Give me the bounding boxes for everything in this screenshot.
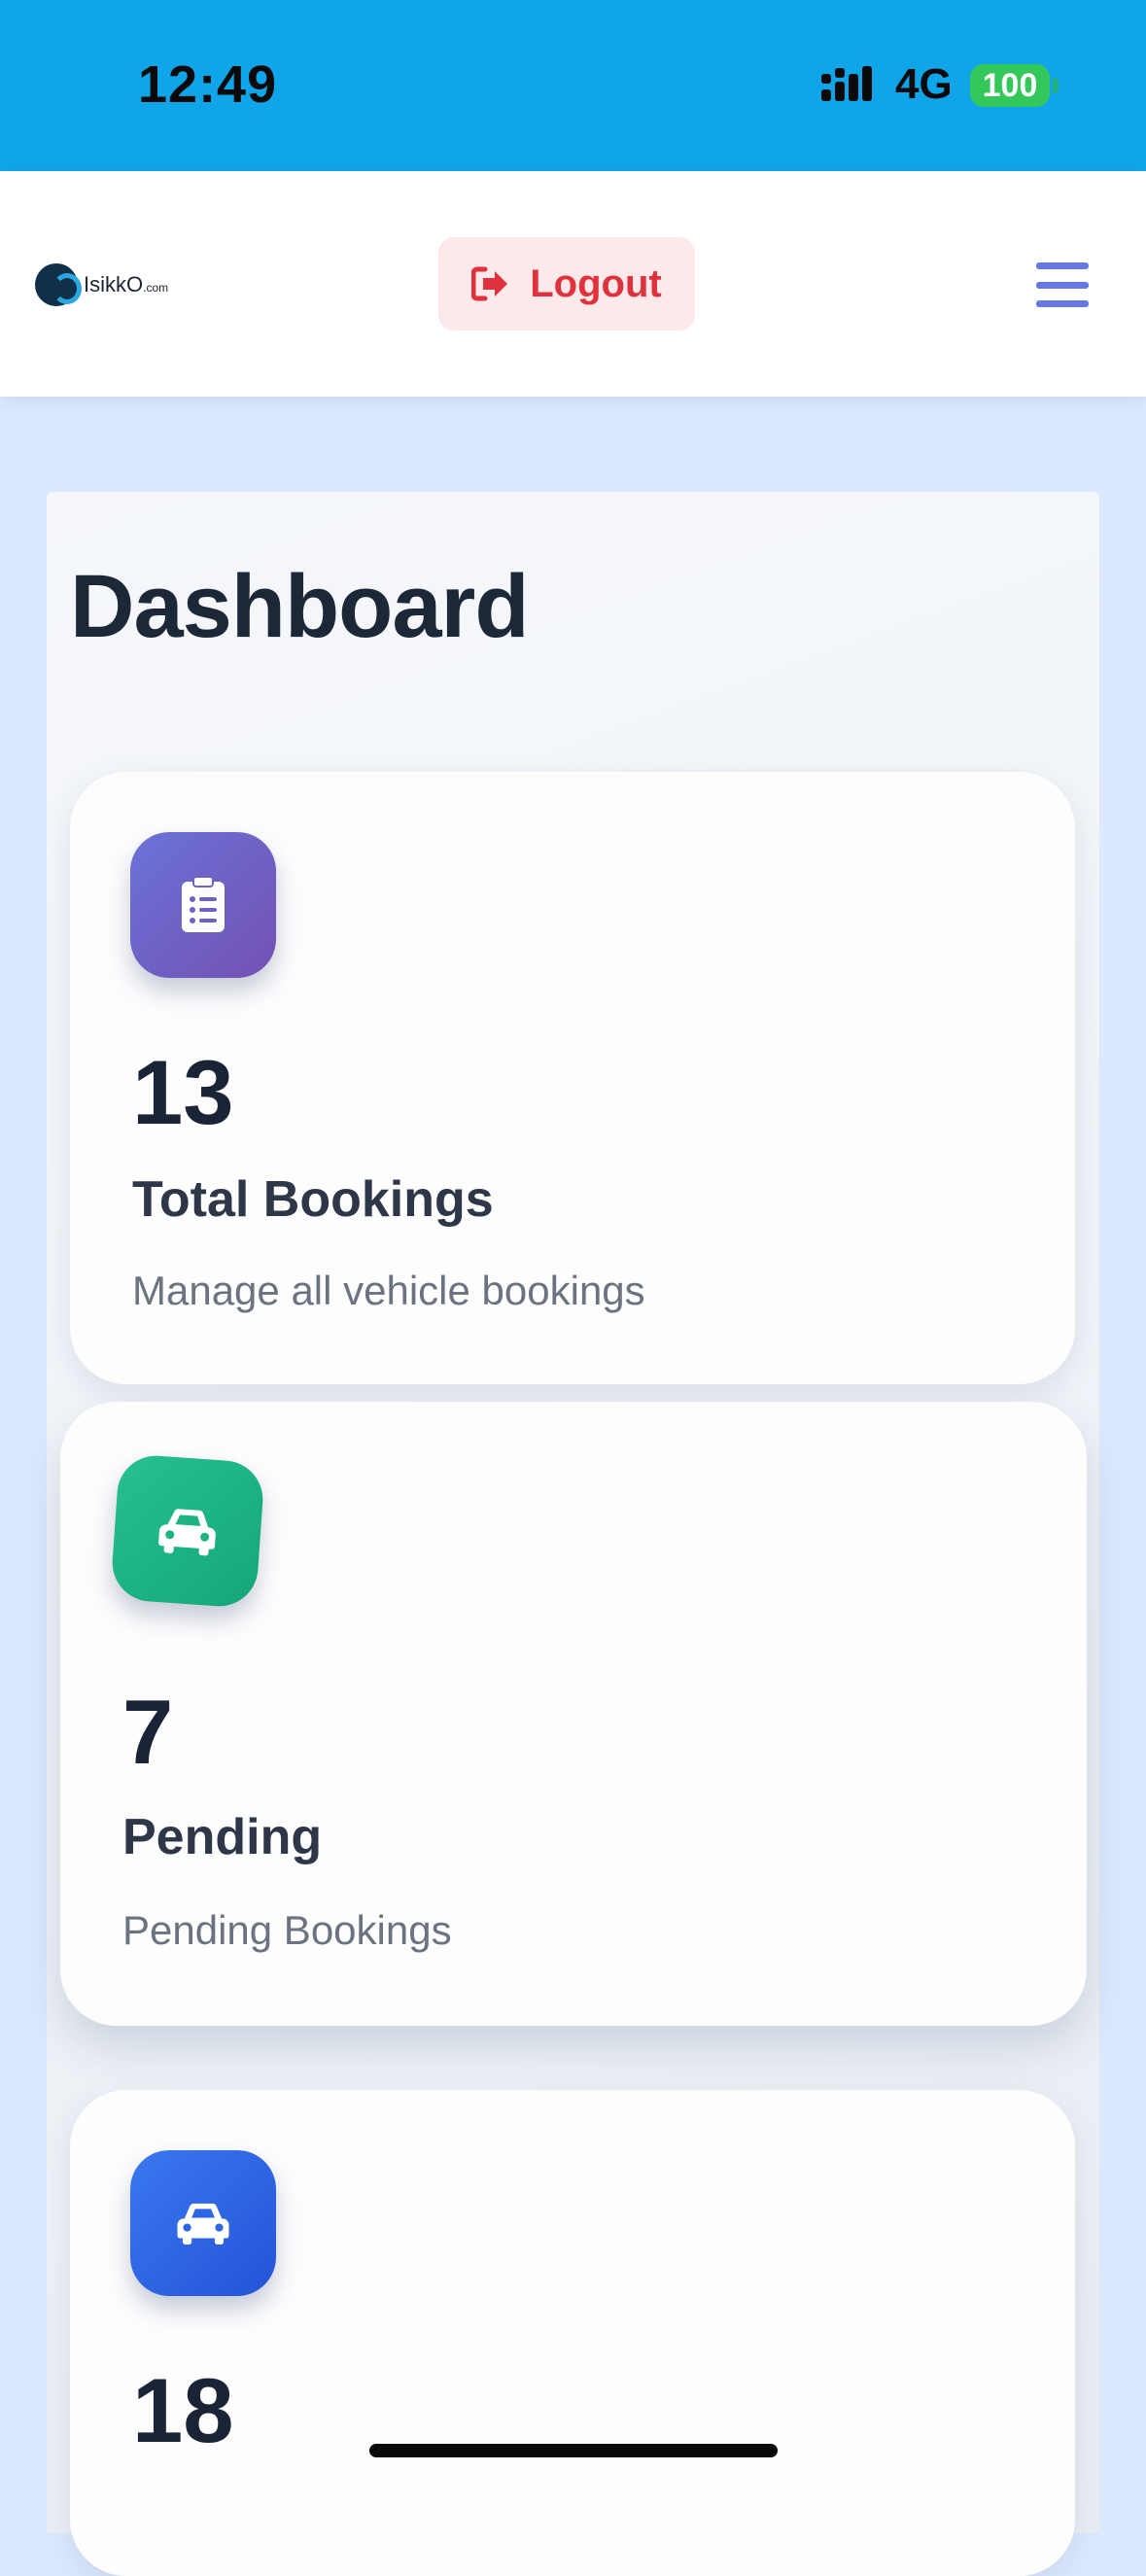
logout-label: Logout	[530, 261, 662, 305]
stat-description: Manage all vehicle bookings	[132, 1268, 645, 1313]
stat-value: 18	[132, 2359, 234, 2461]
menu-line	[1036, 281, 1089, 289]
logo-text: IsikkO.com	[84, 272, 168, 297]
car-icon	[109, 1452, 266, 1610]
stat-description: Pending Bookings	[122, 1907, 452, 1953]
status-time: 12:49	[138, 55, 278, 114]
stat-card-vehicles[interactable]: 18	[70, 2090, 1075, 2576]
stat-card-total-bookings[interactable]: 13 Total Bookings Manage all vehicle boo…	[70, 772, 1075, 1384]
clipboard-list-icon	[130, 832, 276, 978]
stat-label: Total Bookings	[132, 1171, 494, 1228]
signal-icon	[821, 66, 872, 101]
home-indicator[interactable]	[369, 2444, 778, 2457]
car-icon	[130, 2150, 276, 2296]
stat-label: Pending	[122, 1809, 323, 1865]
stat-value: 13	[132, 1041, 234, 1143]
stat-value: 7	[122, 1681, 174, 1783]
status-bar: 12:49 4G 100	[0, 0, 1146, 171]
logo-suffix: .com	[143, 281, 169, 295]
logo-name: IsikkO	[84, 272, 144, 296]
logo-mark-icon	[35, 263, 82, 306]
hamburger-menu-icon[interactable]	[1036, 262, 1089, 307]
battery-icon: 100	[970, 64, 1050, 107]
page-title: Dashboard	[70, 557, 530, 656]
battery-tip	[1053, 78, 1059, 93]
menu-line	[1036, 262, 1089, 269]
top-navbar: IsikkO.com Logout	[0, 171, 1146, 397]
menu-line	[1036, 300, 1089, 307]
brand-logo[interactable]: IsikkO.com	[35, 262, 168, 307]
network-type: 4G	[895, 60, 953, 108]
battery-level: 100	[982, 66, 1038, 104]
logout-button[interactable]: Logout	[438, 237, 695, 331]
stat-card-pending[interactable]: 7 Pending Pending Bookings	[60, 1402, 1087, 2026]
sign-out-icon	[471, 266, 508, 301]
